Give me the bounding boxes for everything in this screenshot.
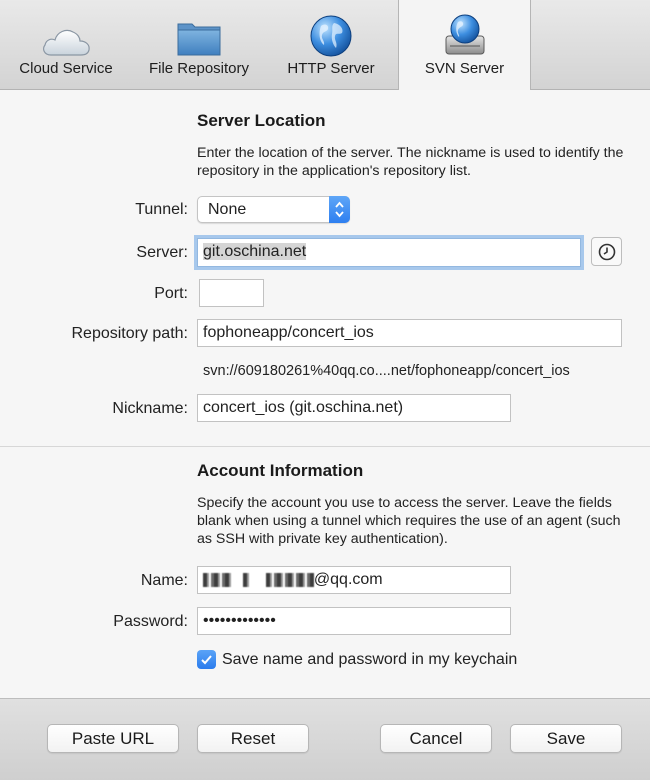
tunnel-popup[interactable]: None [197, 196, 350, 223]
tunnel-value: None [208, 201, 247, 218]
redacted-text [265, 572, 314, 587]
paste-url-button[interactable]: Paste URL [47, 724, 179, 753]
repository-path-label: Repository path: [71, 325, 188, 342]
server-globe-icon [442, 0, 488, 58]
tab-svn-server[interactable]: SVN Server [398, 0, 531, 90]
account-information-heading: Account Information [197, 461, 364, 480]
repository-path-input[interactable]: fophoneapp/concert_ios [197, 319, 622, 347]
save-keychain-checkbox[interactable] [197, 650, 216, 669]
tab-http-server[interactable]: HTTP Server [276, 0, 386, 89]
server-location-heading: Server Location [197, 111, 326, 130]
port-label: Port: [154, 285, 188, 302]
port-input[interactable] [199, 279, 264, 307]
folder-icon [175, 0, 223, 58]
save-keychain-label[interactable]: Save name and password in my keychain [222, 651, 517, 669]
server-label: Server: [136, 244, 188, 261]
tab-label: File Repository [148, 60, 250, 77]
name-label: Name: [140, 572, 188, 589]
tab-label: HTTP Server [287, 60, 375, 77]
checkmark-icon [201, 655, 212, 665]
resolved-url: svn://609180261%40qq.co....net/fophoneap… [203, 363, 570, 379]
account-information-description: Specify the account you use to access th… [197, 495, 621, 547]
password-input[interactable]: ••••••••••••• [197, 607, 511, 635]
redacted-text [243, 572, 252, 587]
server-input[interactable]: git.oschina.net [197, 238, 581, 267]
redacted-text [203, 572, 233, 587]
save-button[interactable]: Save [510, 724, 622, 753]
name-input[interactable]: @qq.com [197, 566, 511, 594]
preferences-toolbar: Cloud Service File Repository HTTP Serve… [0, 0, 650, 90]
cancel-button[interactable]: Cancel [380, 724, 492, 753]
globe-icon [309, 0, 353, 58]
server-value: git.oschina.net [203, 243, 307, 260]
clock-icon [598, 243, 615, 260]
tab-cloud-service[interactable]: Cloud Service [10, 0, 122, 89]
tab-label: Cloud Service [19, 60, 113, 77]
server-location-description: Enter the location of the server. The ni… [197, 145, 624, 179]
cloud-icon [41, 0, 91, 58]
nickname-input[interactable]: concert_ios (git.oschina.net) [197, 394, 511, 422]
name-visible-part: @qq.com [313, 571, 383, 588]
history-button[interactable] [591, 237, 622, 266]
tab-label: SVN Server [424, 60, 505, 77]
tunnel-label: Tunnel: [135, 201, 188, 218]
password-label: Password: [113, 613, 188, 630]
reset-button[interactable]: Reset [197, 724, 309, 753]
tab-file-repository[interactable]: File Repository [140, 0, 258, 89]
updown-arrows-icon [329, 196, 350, 223]
nickname-label: Nickname: [112, 400, 188, 417]
